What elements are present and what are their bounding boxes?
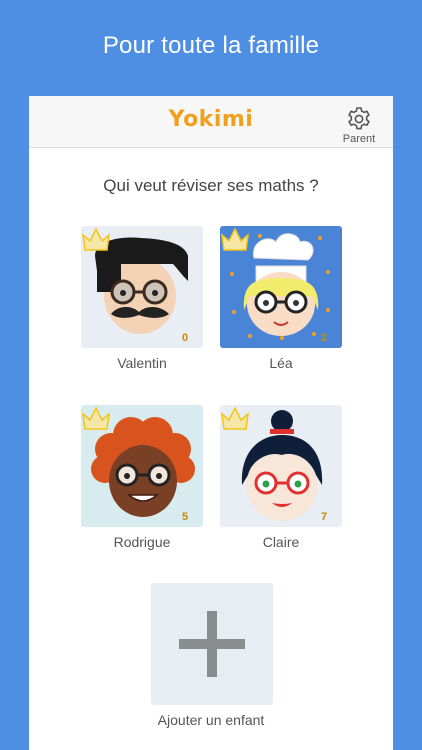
parent-settings-button[interactable]: Parent bbox=[339, 106, 379, 146]
gear-icon bbox=[348, 107, 370, 130]
profile-claire[interactable]: 7 Claire bbox=[220, 405, 342, 550]
avatar-valentin: 0 bbox=[81, 226, 203, 348]
profile-name: Léa bbox=[269, 355, 293, 371]
crown-icon bbox=[220, 227, 250, 251]
crown-count: 5 bbox=[181, 511, 189, 523]
crown-count: 7 bbox=[320, 511, 328, 523]
avatar-claire: 7 bbox=[220, 405, 342, 527]
crown-icon bbox=[81, 227, 111, 251]
profile-selection-card: Yokimi Parent Qui veut réviser ses maths… bbox=[29, 96, 393, 750]
profile-lea[interactable]: 2 Léa bbox=[220, 226, 342, 371]
headline: Pour toute la famille bbox=[102, 32, 320, 59]
avatar-rodrigue: 5 bbox=[81, 405, 203, 527]
plus-icon bbox=[179, 611, 245, 677]
profile-rodrigue[interactable]: 5 Rodrigue bbox=[81, 405, 203, 550]
add-child-label: Ajouter un enfant bbox=[157, 712, 265, 728]
crown-icon bbox=[220, 406, 250, 430]
add-child-button[interactable] bbox=[151, 583, 273, 705]
crown-icon bbox=[81, 406, 111, 430]
avatar-lea: 2 bbox=[220, 226, 342, 348]
parent-label: Parent bbox=[342, 133, 376, 145]
profile-name: Valentin bbox=[117, 355, 167, 371]
app-bar: Yokimi Parent bbox=[29, 96, 393, 148]
profile-name: Rodrigue bbox=[113, 534, 171, 550]
profile-valentin[interactable]: 0 Valentin bbox=[81, 226, 203, 371]
crown-count: 2 bbox=[320, 332, 328, 344]
profile-name: Claire bbox=[262, 534, 300, 550]
crown-count: 0 bbox=[181, 332, 189, 344]
prompt-question: Qui veut réviser ses maths ? bbox=[103, 176, 319, 195]
